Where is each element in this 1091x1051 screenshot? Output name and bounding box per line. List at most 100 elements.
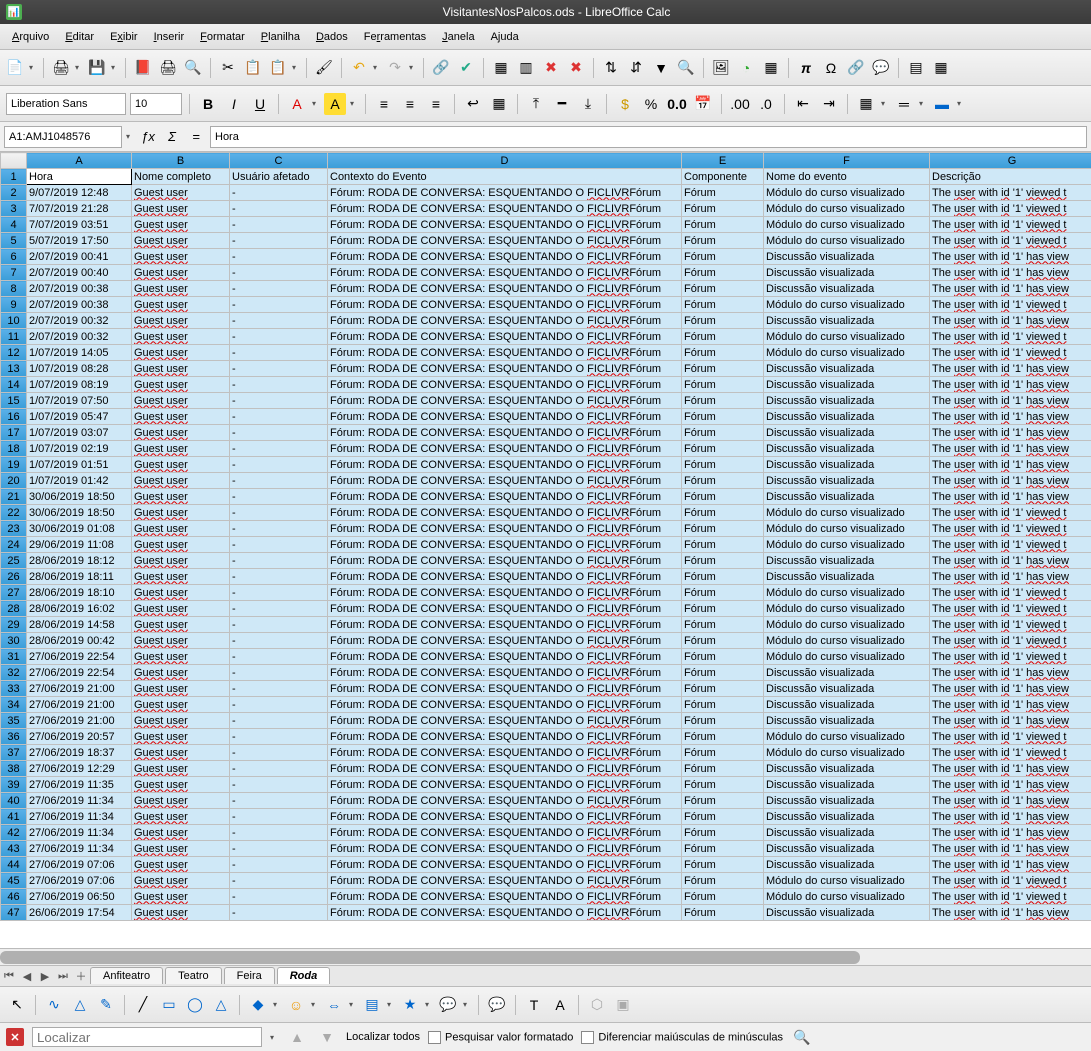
cell[interactable]: Módulo do curso visualizado — [764, 217, 930, 233]
cell[interactable]: Módulo do curso visualizado — [764, 729, 930, 745]
italic-icon[interactable]: I — [223, 93, 245, 115]
cell[interactable]: Guest user — [132, 537, 230, 553]
cell[interactable]: Módulo do curso visualizado — [764, 329, 930, 345]
row-header[interactable]: 14 — [1, 377, 27, 393]
comment-icon[interactable]: 💬 — [870, 57, 892, 79]
row-header[interactable]: 5 — [1, 233, 27, 249]
cell[interactable]: Fórum: RODA DE CONVERSA: ESQUENTANDO O F… — [328, 873, 682, 889]
cell[interactable]: 1/07/2019 08:19 — [27, 377, 132, 393]
row-header[interactable]: 31 — [1, 649, 27, 665]
add-decimal-icon[interactable]: .00 — [729, 93, 751, 115]
copy-icon[interactable]: 📋 — [242, 57, 264, 79]
row-header[interactable]: 44 — [1, 857, 27, 873]
undo-icon[interactable]: ↶ — [348, 57, 370, 79]
cell[interactable]: Fórum: RODA DE CONVERSA: ESQUENTANDO O F… — [328, 713, 682, 729]
cell[interactable]: - — [230, 297, 328, 313]
cell[interactable]: Fórum: RODA DE CONVERSA: ESQUENTANDO O F… — [328, 665, 682, 681]
font-color-icon[interactable]: A — [286, 93, 308, 115]
horizontal-scrollbar[interactable] — [0, 948, 1091, 965]
cell[interactable]: Guest user — [132, 489, 230, 505]
cell[interactable]: The user with id '1' has view — [930, 473, 1091, 489]
cell[interactable]: Guest user — [132, 521, 230, 537]
extrude-icon[interactable]: ⬡ — [586, 994, 608, 1016]
row-header[interactable]: 22 — [1, 505, 27, 521]
cell[interactable]: Fórum: RODA DE CONVERSA: ESQUENTANDO O F… — [328, 537, 682, 553]
matchcase-checkbox[interactable] — [581, 1031, 594, 1044]
basic-shapes-icon[interactable]: ◆ — [247, 994, 269, 1016]
cell[interactable]: 1/07/2019 03:07 — [27, 425, 132, 441]
find-all-button[interactable]: Localizar todos — [346, 1031, 420, 1043]
cell[interactable]: Fórum: RODA DE CONVERSA: ESQUENTANDO O F… — [328, 361, 682, 377]
rect-icon[interactable]: ▭ — [158, 994, 180, 1016]
cell[interactable]: 2/07/2019 00:32 — [27, 329, 132, 345]
menu-arquivo[interactable]: Arquivo — [4, 28, 57, 46]
cell[interactable]: 9/07/2019 12:48 — [27, 185, 132, 201]
cell[interactable]: - — [230, 793, 328, 809]
cell[interactable]: Guest user — [132, 313, 230, 329]
cell[interactable]: Discussão visualizada — [764, 905, 930, 921]
print-direct-icon[interactable]: 🖨 — [157, 57, 179, 79]
cell[interactable]: - — [230, 569, 328, 585]
cell[interactable]: The user with id '1' has view — [930, 281, 1091, 297]
cell[interactable]: Fórum — [682, 217, 764, 233]
row-header[interactable]: 32 — [1, 665, 27, 681]
highlight-icon[interactable]: A — [324, 93, 346, 115]
cut-icon[interactable]: ✂ — [217, 57, 239, 79]
cell[interactable]: - — [230, 249, 328, 265]
border-style-icon[interactable]: ═ — [893, 93, 915, 115]
cell[interactable]: The user with id '1' has view — [930, 409, 1091, 425]
symbol-shapes-icon[interactable]: ☺ — [285, 994, 307, 1016]
row-header[interactable]: 12 — [1, 345, 27, 361]
cell[interactable]: - — [230, 185, 328, 201]
cell[interactable]: Fórum — [682, 633, 764, 649]
cell[interactable]: 28/06/2019 00:42 — [27, 633, 132, 649]
cell[interactable]: Fórum — [682, 441, 764, 457]
find-replace-icon[interactable]: 🔗 — [430, 57, 452, 79]
cell[interactable]: 1/07/2019 05:47 — [27, 409, 132, 425]
cell[interactable]: - — [230, 329, 328, 345]
header-cell[interactable]: Nome completo — [132, 169, 230, 185]
cell[interactable]: Módulo do curso visualizado — [764, 297, 930, 313]
cell[interactable]: The user with id '1' viewed t — [930, 233, 1091, 249]
spreadsheet-grid[interactable]: ABCDEFG1HoraNome completoUsuário afetado… — [0, 152, 1091, 948]
cell[interactable]: Fórum — [682, 585, 764, 601]
row-header[interactable]: 15 — [1, 393, 27, 409]
cell[interactable]: - — [230, 729, 328, 745]
cell[interactable]: Módulo do curso visualizado — [764, 345, 930, 361]
cell[interactable]: - — [230, 601, 328, 617]
cell[interactable]: Módulo do curso visualizado — [764, 233, 930, 249]
font-name-combo[interactable] — [6, 93, 126, 115]
tab-last-icon[interactable]: ⏭ — [54, 970, 72, 983]
cell[interactable]: Fórum — [682, 889, 764, 905]
sort-asc-icon[interactable]: ⇅ — [600, 57, 622, 79]
cell[interactable]: Fórum: RODA DE CONVERSA: ESQUENTANDO O F… — [328, 553, 682, 569]
row-header[interactable]: 21 — [1, 489, 27, 505]
cell[interactable]: 27/06/2019 06:50 — [27, 889, 132, 905]
cell[interactable]: Fórum — [682, 857, 764, 873]
export-pdf-icon[interactable]: 📕 — [132, 57, 154, 79]
cell[interactable]: 28/06/2019 18:12 — [27, 553, 132, 569]
bold-icon[interactable]: B — [197, 93, 219, 115]
del-row-icon[interactable]: ✖ — [540, 57, 562, 79]
cell[interactable]: 27/06/2019 20:57 — [27, 729, 132, 745]
cell[interactable]: Fórum — [682, 777, 764, 793]
cell[interactable]: Guest user — [132, 649, 230, 665]
menu-inserir[interactable]: Inserir — [146, 28, 193, 46]
cell[interactable]: Guest user — [132, 713, 230, 729]
cell[interactable]: Fórum — [682, 809, 764, 825]
cell[interactable]: Discussão visualizada — [764, 489, 930, 505]
cell[interactable]: Fórum: RODA DE CONVERSA: ESQUENTANDO O F… — [328, 201, 682, 217]
cell[interactable]: - — [230, 441, 328, 457]
row-header[interactable]: 26 — [1, 569, 27, 585]
cell[interactable]: Discussão visualizada — [764, 441, 930, 457]
cell[interactable]: - — [230, 633, 328, 649]
cell[interactable]: Fórum — [682, 457, 764, 473]
cell[interactable]: Fórum — [682, 601, 764, 617]
menu-planilha[interactable]: Planilha — [253, 28, 308, 46]
cell[interactable]: Discussão visualizada — [764, 425, 930, 441]
header-cell[interactable]: Componente — [682, 169, 764, 185]
cell[interactable]: Guest user — [132, 905, 230, 921]
cell[interactable]: - — [230, 537, 328, 553]
borders-icon[interactable]: ▦ — [855, 93, 877, 115]
cell[interactable]: - — [230, 777, 328, 793]
